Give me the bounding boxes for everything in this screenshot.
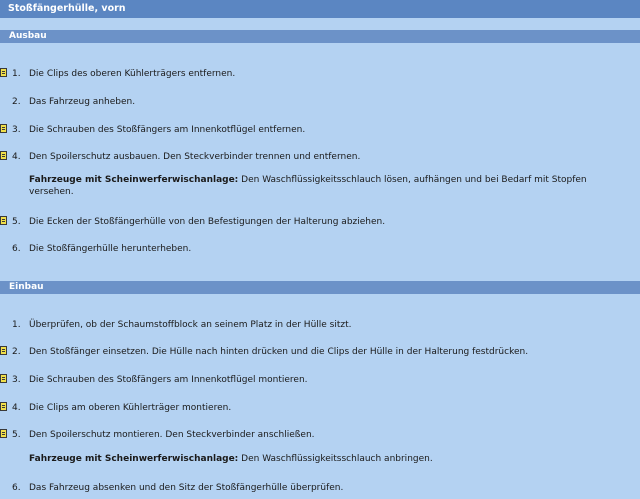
note-label: Fahrzeuge mit Scheinwerferwischanlage:: [29, 175, 239, 185]
step-text: Das Fahrzeug absenken und den Sitz der S…: [29, 483, 344, 493]
step-number: 6.: [12, 483, 21, 493]
einbau-step-2: 2. Den Stoßfänger einsetzen. Die Hülle n…: [0, 345, 640, 359]
document-icon[interactable]: [0, 216, 7, 225]
note-text: Den Waschflüssigkeitsschlauch anbringen.: [238, 454, 433, 464]
step-number: 1.: [12, 69, 21, 79]
step-text: Die Schrauben des Stoßfängers am Innenko…: [29, 125, 306, 135]
step-text: Die Stoßfängerhülle herunterheben.: [29, 244, 192, 254]
note-label: Fahrzeuge mit Scheinwerferwischanlage:: [29, 454, 239, 464]
section-header-einbau: Einbau: [0, 281, 640, 294]
ausbau-step-2: 2. Das Fahrzeug anheben.: [0, 95, 640, 109]
ausbau-step-5: 5. Die Ecken der Stoßfängerhülle von den…: [0, 215, 640, 229]
step-number: 1.: [12, 320, 21, 330]
step-number: 5.: [12, 217, 21, 227]
ausbau-step-3: 3. Die Schrauben des Stoßfängers am Inne…: [0, 123, 640, 137]
step-text: Die Ecken der Stoßfängerhülle von den Be…: [29, 217, 386, 227]
step-number: 6.: [12, 244, 21, 254]
ausbau-step-1: 1. Die Clips des oberen Kühlerträgers en…: [0, 67, 640, 81]
document-icon[interactable]: [0, 346, 7, 355]
step-text: Den Spoilerschutz ausbauen. Den Steckver…: [29, 152, 361, 162]
step-text: Den Spoilerschutz montieren. Den Steckve…: [29, 430, 315, 440]
document-icon[interactable]: [0, 402, 7, 411]
einbau-step-3: 3. Die Schrauben des Stoßfängers am Inne…: [0, 373, 640, 387]
step-number: 5.: [12, 430, 21, 440]
einbau-note: Fahrzeuge mit Scheinwerferwischanlage: D…: [29, 453, 627, 465]
einbau-step-6: 6. Das Fahrzeug absenken und den Sitz de…: [0, 481, 640, 495]
step-number: 2.: [12, 347, 21, 357]
step-number: 4.: [12, 152, 21, 162]
step-number: 3.: [12, 375, 21, 385]
ausbau-step-6: 6. Die Stoßfängerhülle herunterheben.: [0, 242, 640, 256]
step-number: 2.: [12, 97, 21, 107]
step-text: Die Clips am oberen Kühlerträger montier…: [29, 403, 232, 413]
einbau-step-4: 4. Die Clips am oberen Kühlerträger mont…: [0, 401, 640, 415]
step-number: 4.: [12, 403, 21, 413]
ausbau-note: Fahrzeuge mit Scheinwerferwischanlage: D…: [29, 174, 627, 198]
step-text: Die Clips des oberen Kühlerträgers entfe…: [29, 69, 236, 79]
document-icon[interactable]: [0, 124, 7, 133]
document-icon[interactable]: [0, 429, 7, 438]
step-text: Den Stoßfänger einsetzen. Die Hülle nach…: [29, 347, 529, 357]
section-header-ausbau: Ausbau: [0, 30, 640, 43]
einbau-step-1: 1. Überprüfen, ob der Schaumstoffblock a…: [0, 318, 640, 332]
document-icon[interactable]: [0, 151, 7, 160]
step-text: Überprüfen, ob der Schaumstoffblock an s…: [29, 320, 352, 330]
step-number: 3.: [12, 125, 21, 135]
step-text: Das Fahrzeug anheben.: [29, 97, 136, 107]
page-title: Stoßfängerhülle, vorn: [0, 0, 640, 18]
document-icon[interactable]: [0, 374, 7, 383]
ausbau-step-4: 4. Den Spoilerschutz ausbauen. Den Steck…: [0, 150, 640, 164]
step-text: Die Schrauben des Stoßfängers am Innenko…: [29, 375, 308, 385]
document-icon[interactable]: [0, 68, 7, 77]
einbau-step-5: 5. Den Spoilerschutz montieren. Den Stec…: [0, 428, 640, 442]
